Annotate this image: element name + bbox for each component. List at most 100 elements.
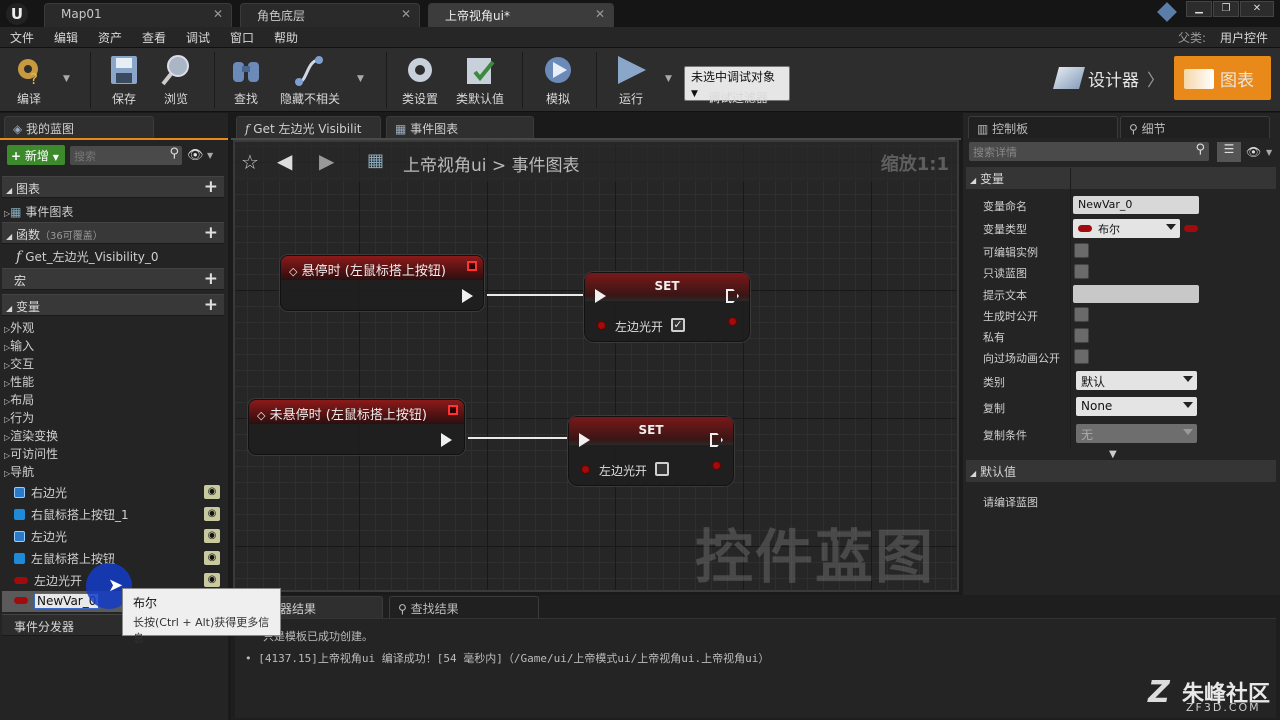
category-navigation[interactable]: ▷导航 [4, 463, 34, 480]
category-input[interactable]: ▷输入 [4, 337, 34, 354]
favorite-star-icon[interactable]: ☆ [241, 150, 259, 174]
menu-edit[interactable]: 编辑 [54, 29, 78, 46]
replication-select[interactable]: None [1076, 397, 1197, 416]
container-type-icon[interactable] [1184, 225, 1198, 232]
graph-mode-button[interactable]: 图表 [1174, 56, 1271, 100]
event-graph-item[interactable]: ▷▦ 事件图表 [4, 203, 73, 220]
advanced-expand-icon[interactable]: ▼ [1109, 449, 1117, 460]
category-appearance[interactable]: ▷外观 [4, 319, 34, 336]
tab-function-graph[interactable]: f Get 左边光 Visibilit [236, 116, 381, 138]
designer-mode-button[interactable]: 设计器〉 [1046, 56, 1170, 100]
tab-god-view-ui[interactable]: 上帝视角ui* ✕ [428, 3, 614, 27]
menu-window[interactable]: 窗口 [230, 29, 254, 46]
maximize-button[interactable]: ❐ [1213, 1, 1239, 17]
bool-checkbox-unchecked[interactable] [655, 462, 669, 476]
bool-input-pin[interactable] [581, 465, 590, 474]
add-macro-icon[interactable]: + [204, 269, 218, 289]
variable-item[interactable]: 右鼠标搭上按钮_1 [14, 506, 129, 523]
close-window-button[interactable]: ✕ [1240, 1, 1274, 17]
minimize-button[interactable]: ▁ [1186, 1, 1212, 17]
compile-button[interactable]: ? 编译 [4, 50, 54, 110]
add-function-icon[interactable]: + [204, 223, 218, 243]
exec-output-pin[interactable] [462, 289, 473, 303]
category-interaction[interactable]: ▷交互 [4, 355, 34, 372]
tab-character-base[interactable]: 角色底层 ✕ [240, 3, 420, 27]
close-icon[interactable]: ✕ [595, 7, 605, 21]
menu-help[interactable]: 帮助 [274, 29, 298, 46]
exec-output-pin[interactable] [441, 433, 452, 447]
section-macros[interactable]: 宏 + [2, 268, 224, 290]
category-behavior[interactable]: ▷行为 [4, 409, 34, 426]
hide-unrelated-button[interactable]: 隐藏不相关 [276, 50, 344, 110]
var-name-input[interactable]: NewVar_0 [1073, 196, 1199, 214]
save-button[interactable]: 保存 [100, 50, 148, 110]
variable-item[interactable]: 左边光开 [14, 572, 82, 589]
on-hovered-event-node[interactable]: ◇ 悬停时 (左鼠标搭上按钮) [280, 255, 484, 311]
forward-arrow-icon[interactable]: ▶ [319, 149, 334, 173]
variable-visibility-eye-icon[interactable]: ◉ [204, 485, 220, 499]
bool-input-pin[interactable] [597, 321, 606, 330]
class-defaults-button[interactable]: 类默认值 [452, 50, 508, 110]
close-icon[interactable]: ✕ [213, 7, 223, 21]
variable-item[interactable]: 左边光 [14, 528, 67, 545]
section-variable[interactable]: ◢ 变量 [966, 167, 1276, 189]
close-icon[interactable]: ✕ [401, 7, 411, 21]
class-settings-button[interactable]: 类设置 [396, 50, 444, 110]
bool-output-pin[interactable] [712, 461, 721, 470]
visibility-dropdown-icon[interactable]: ▼ [1266, 148, 1272, 157]
variable-visibility-eye-icon[interactable]: ◉ [204, 507, 220, 521]
add-variable-icon[interactable]: + [204, 295, 218, 315]
breadcrumb-blueprint[interactable]: 上帝视角ui [403, 156, 487, 176]
add-new-button[interactable]: + 新增 ▼ [7, 145, 65, 165]
menu-file[interactable]: 文件 [10, 29, 34, 46]
back-arrow-icon[interactable]: ◀ [277, 149, 292, 173]
variable-visibility-eye-icon[interactable]: ◉ [204, 573, 220, 587]
readonly-checkbox[interactable] [1074, 264, 1089, 279]
category-render-transform[interactable]: ▷渲染变换 [4, 427, 58, 444]
delegate-pin-icon[interactable] [448, 405, 458, 415]
private-checkbox[interactable] [1074, 328, 1089, 343]
section-graphs[interactable]: ◢ 图表 + [2, 176, 224, 198]
on-unhovered-event-node[interactable]: ◇ 未悬停时 (左鼠标搭上按钮) [248, 399, 465, 455]
add-graph-icon[interactable]: + [204, 177, 218, 197]
category-layout[interactable]: ▷布局 [4, 391, 34, 408]
exec-input-pin[interactable] [579, 433, 590, 447]
visibility-dropdown-icon[interactable]: ▼ [207, 151, 213, 160]
details-search-input[interactable]: 搜索详情 ⚲ [969, 142, 1209, 161]
bool-checkbox-checked[interactable]: ✓ [671, 318, 685, 332]
visibility-eye-icon[interactable]: 👁 [187, 148, 204, 163]
menu-debug[interactable]: 调试 [186, 29, 210, 46]
section-functions[interactable]: ◢ 函数（36可覆盖） + [2, 222, 224, 244]
expose-on-spawn-checkbox[interactable] [1074, 307, 1089, 322]
breadcrumb-graph[interactable]: 事件图表 [512, 156, 580, 176]
source-control-icon[interactable] [1157, 2, 1177, 22]
variable-visibility-eye-icon[interactable]: ◉ [204, 529, 220, 543]
simulate-button[interactable]: 模拟 [534, 50, 582, 110]
play-button[interactable]: 运行 [606, 50, 656, 110]
blueprint-search-input[interactable]: 搜索 ⚲ [70, 146, 182, 165]
delegate-pin-icon[interactable] [467, 261, 477, 271]
tab-map01[interactable]: Map01 ✕ [44, 3, 232, 27]
visibility-eye-icon[interactable]: 👁 [1246, 145, 1261, 159]
set-variable-node[interactable]: SET 左边光开 ✓ [584, 272, 750, 342]
category-accessibility[interactable]: ▷可访问性 [4, 445, 58, 462]
tab-find-results[interactable]: ⚲ 查找结果 [389, 596, 539, 618]
tab-palette[interactable]: ▥ 控制板 [968, 116, 1118, 138]
find-button[interactable]: 查找 [222, 50, 270, 110]
hide-unrelated-dropdown-icon[interactable]: ▼ [357, 74, 364, 84]
tooltip-text-input[interactable] [1073, 285, 1199, 303]
bool-output-pin[interactable] [728, 317, 737, 326]
variable-item-selected[interactable]: NewVar_0 [14, 593, 100, 609]
menu-view[interactable]: 查看 [142, 29, 166, 46]
property-matrix-icon[interactable]: ☰ [1217, 142, 1241, 162]
browse-button[interactable]: 浏览 [152, 50, 200, 110]
function-item[interactable]: f Get_左边光_Visibility_0 [16, 248, 159, 265]
variable-item[interactable]: 右边光 [14, 484, 67, 501]
tab-details[interactable]: ⚲ 细节 [1120, 116, 1270, 138]
play-dropdown-icon[interactable]: ▼ [665, 74, 672, 84]
expose-cinematics-checkbox[interactable] [1074, 349, 1089, 364]
tab-my-blueprint[interactable]: ◈ 我的蓝图 [4, 116, 154, 138]
category-performance[interactable]: ▷性能 [4, 373, 34, 390]
exec-input-pin[interactable] [595, 289, 606, 303]
menu-asset[interactable]: 资产 [98, 29, 122, 46]
